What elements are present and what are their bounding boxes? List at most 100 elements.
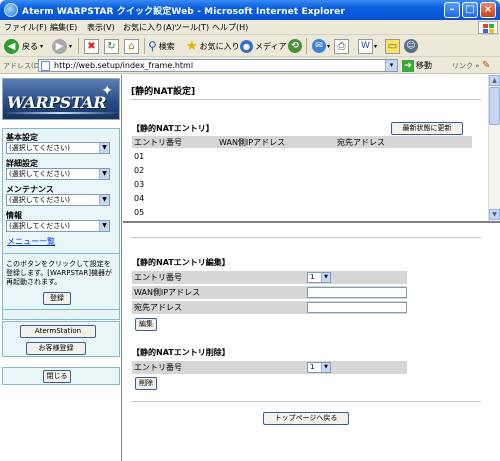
mail-dropdown-icon[interactable]: ▾: [327, 43, 330, 50]
title-bar: Aterm WARPSTAR クイック設定Web - Microsoft Int…: [0, 0, 500, 20]
title-divider: [131, 99, 481, 100]
menu-file[interactable]: ファイル(F): [4, 22, 47, 33]
menu-list-link[interactable]: メニュー一覧: [7, 236, 55, 247]
toolbar-extra-icon[interactable]: ✎: [482, 60, 490, 71]
forward-button[interactable]: ▶ ▾: [52, 38, 72, 54]
delete-button[interactable]: 削除: [135, 377, 157, 390]
home-icon: ⌂: [124, 38, 139, 54]
menu-view[interactable]: 表示(V): [87, 22, 115, 33]
maintenance-value: (選択してください): [9, 196, 71, 204]
history-button[interactable]: ⟲: [288, 38, 302, 54]
toolbar-separator: [144, 38, 145, 54]
address-dropdown-icon[interactable]: ▾: [385, 60, 397, 71]
mail-icon: ✉: [312, 39, 326, 53]
home-button[interactable]: ⌂: [124, 38, 139, 54]
notes-button[interactable]: ▭: [385, 38, 400, 54]
refresh-button[interactable]: ↻: [104, 38, 119, 54]
delete-entry-label: エントリ番号: [134, 363, 182, 372]
column-wan-ip: WAN側IPアドレス: [219, 138, 286, 147]
back-dropdown-icon[interactable]: ▾: [40, 43, 43, 50]
go-button[interactable]: ➜ 移動: [402, 59, 432, 72]
table-row: 03: [134, 180, 145, 189]
entry-section-title: 【静的NATエントリ】: [132, 124, 214, 133]
messenger-button[interactable]: ☺: [404, 38, 418, 54]
refresh-status-button[interactable]: 最新状態に更新: [391, 122, 463, 135]
chevron-down-icon: ▼: [321, 363, 330, 372]
back-button[interactable]: ◀ 戻る ▾: [4, 38, 43, 54]
print-button[interactable]: ⎙: [334, 38, 349, 54]
destination-input[interactable]: [307, 302, 407, 313]
search-button[interactable]: ⚲ 検索: [148, 38, 175, 54]
register-hint: このボタンをクリックして設定を登録します。[WARPSTAR]機器が再起動されま…: [6, 260, 113, 286]
wan-ip-input[interactable]: [307, 287, 407, 298]
aterm-station-button[interactable]: AtermStation: [20, 325, 96, 338]
go-arrow-icon: ➜: [402, 59, 414, 72]
wan-ip-row: WAN側IPアドレス: [132, 286, 407, 299]
mail-button[interactable]: ✉ ▾: [312, 38, 330, 54]
logo-text: WARPSTAR: [7, 93, 106, 112]
table-row: 01: [134, 152, 145, 161]
toolbar-separator: [306, 38, 307, 54]
menu-help[interactable]: ヘルプ(H): [212, 22, 248, 33]
page-icon: [41, 61, 50, 71]
chevron-down-icon: ▼: [99, 143, 109, 153]
menu-favorites[interactable]: お気に入り(A): [123, 22, 175, 33]
delete-entry-value: 1: [310, 363, 315, 371]
close-button[interactable]: 閉じる: [43, 370, 71, 383]
favorites-button[interactable]: ★ お気に入り: [186, 38, 240, 54]
customer-register-button[interactable]: お客様登録: [26, 342, 86, 355]
sidebar-frame: ✦ WARPSTAR 基本設定 (選択してください) ▼ 詳細設定 (選択してく…: [0, 75, 122, 461]
register-button[interactable]: 登録: [43, 292, 71, 305]
delete-entry-row: エントリ番号 1 ▼: [132, 361, 407, 374]
forward-dropdown-icon[interactable]: ▾: [69, 43, 72, 50]
delete-entry-select[interactable]: 1 ▼: [307, 362, 331, 373]
sidebar-divider: [3, 253, 119, 254]
chevron-down-icon: ▼: [99, 221, 109, 231]
windows-logo-icon: [478, 21, 498, 34]
advanced-settings-value: (選択してください): [9, 170, 71, 178]
menu-tools[interactable]: ツール(T): [174, 22, 209, 33]
back-arrow-icon: ◀: [4, 38, 19, 54]
search-icon: ⚲: [148, 39, 157, 53]
vertical-scrollbar[interactable]: ▲ ▼: [488, 75, 500, 221]
toolbar: ◀ 戻る ▾ ▶ ▾ ✖ ↻ ⌂ ⚲ 検索 ★ お気に入り ● メディア ⟲ ✉…: [0, 35, 500, 57]
edit-button[interactable]: 編集: [135, 318, 157, 331]
edit-dropdown-icon[interactable]: ▾: [374, 43, 377, 50]
links-label: リンク: [452, 62, 473, 70]
menu-edit[interactable]: 編集(E): [50, 22, 77, 33]
entry-number-value: 1: [310, 273, 315, 281]
address-input[interactable]: http://web.setup/index_frame.html ▾: [38, 59, 398, 72]
sidebar-links-box: AtermStation お客様登録: [2, 321, 120, 357]
maintenance-select[interactable]: (選択してください) ▼: [6, 194, 110, 206]
sidebar-nav: 基本設定 (選択してください) ▼ 詳細設定 (選択してください) ▼ メンテナ…: [2, 128, 120, 320]
basic-settings-select[interactable]: (選択してください) ▼: [6, 142, 110, 154]
stop-button[interactable]: ✖: [84, 38, 99, 54]
chevron-down-icon: ▼: [99, 195, 109, 205]
printer-icon: ⎙: [334, 38, 349, 54]
media-button[interactable]: ● メディア: [240, 38, 286, 54]
chevron-down-icon: ▼: [321, 273, 330, 282]
edit-button[interactable]: W ▾: [358, 38, 377, 54]
entry-edit-frame: 【静的NATエントリ編集】 エントリ番号 1 ▼ WAN側IPアドレス 宛先アド…: [123, 225, 500, 461]
go-label: 移動: [416, 61, 432, 70]
entry-number-label: エントリ番号: [134, 273, 182, 282]
minimize-button[interactable]: –: [444, 2, 460, 18]
advanced-settings-select[interactable]: (選択してください) ▼: [6, 168, 110, 180]
scroll-down-icon[interactable]: ▼: [489, 209, 500, 220]
scroll-thumb[interactable]: [489, 87, 500, 125]
menu-bar: ファイル(F) 編集(E) 表示(V) お気に入り(A) ツール(T) ヘルプ(…: [0, 20, 500, 35]
entry-number-select[interactable]: 1 ▼: [307, 272, 331, 283]
frame-divider: [131, 237, 481, 238]
column-destination: 宛先アドレス: [337, 138, 385, 147]
close-window-button[interactable]: ×: [480, 2, 496, 18]
bottom-divider: [131, 401, 481, 402]
info-select[interactable]: (選択してください) ▼: [6, 220, 110, 232]
column-entry-number: エントリ番号: [134, 138, 182, 147]
favorites-label: お気に入り: [199, 41, 240, 51]
links-button[interactable]: リンク »: [452, 61, 480, 71]
forward-arrow-icon: ▶: [52, 38, 67, 54]
internet-explorer-icon: [4, 3, 18, 17]
maximize-button[interactable]: □: [462, 2, 478, 18]
scroll-up-icon[interactable]: ▲: [489, 75, 500, 86]
back-to-top-button[interactable]: トップページへ戻る: [263, 412, 349, 425]
